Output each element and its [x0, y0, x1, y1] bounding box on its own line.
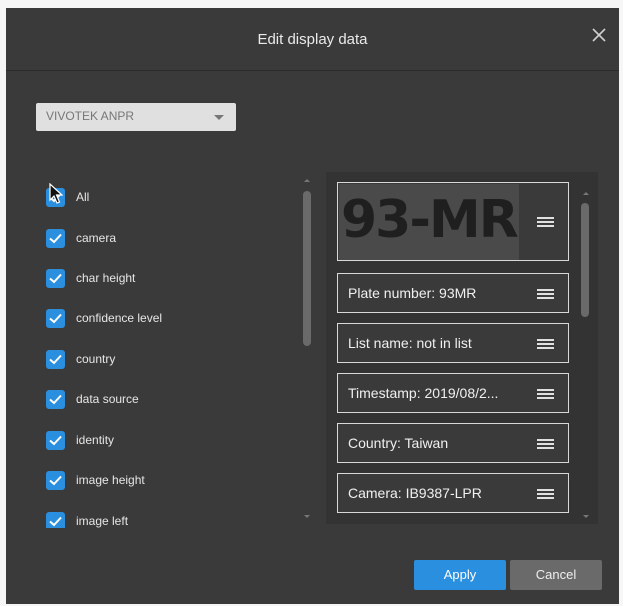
drag-handle-icon[interactable] [537, 217, 554, 227]
preview-scroll-down-icon[interactable] [583, 515, 589, 518]
checkbox-label: char height [76, 271, 136, 285]
checklist-scroll-down-icon[interactable] [304, 515, 310, 518]
checkbox-label: data source [76, 392, 139, 406]
card-list-name[interactable]: List name: not in list [337, 323, 569, 363]
card-plate-number[interactable]: Plate number: 93MR [337, 273, 569, 313]
card-camera[interactable]: Camera: IB9387-LPR [337, 473, 569, 513]
preview-panel: 93-MR Plate number: 93MR List name: not … [326, 172, 598, 524]
checkbox-label: confidence level [76, 311, 163, 325]
checkbox-confidence-level[interactable] [46, 309, 65, 328]
apply-button[interactable]: Apply [414, 560, 506, 590]
card-label: Plate number: 93MR [348, 285, 477, 301]
checkbox-label: country [76, 352, 116, 366]
checkbox-identity[interactable] [46, 431, 65, 450]
plate-image: 93-MR [339, 184, 519, 260]
checkbox-data-source[interactable] [46, 390, 65, 409]
card-label: Country: Taiwan [348, 435, 449, 451]
data-source-select[interactable]: VIVOTEK ANPR [36, 103, 236, 131]
drag-handle-icon[interactable] [537, 439, 554, 449]
mouse-pointer-icon [49, 183, 63, 204]
checkbox-label: image height [76, 473, 145, 487]
plate-image-card[interactable]: 93-MR [337, 182, 569, 261]
edit-display-data-dialog: Edit display data VIVOTEK ANPR All camer… [6, 8, 619, 604]
card-timestamp[interactable]: Timestamp: 2019/08/2... [337, 373, 569, 413]
field-checklist: All camera char height confidence level … [46, 176, 306, 528]
card-label: List name: not in list [348, 335, 472, 351]
drag-handle-icon[interactable] [537, 289, 554, 299]
checkbox-country[interactable] [46, 350, 65, 369]
checklist-scrollbar[interactable] [303, 191, 311, 346]
checklist-scroll-up-icon[interactable] [304, 179, 310, 182]
cancel-button[interactable]: Cancel [510, 560, 602, 590]
checkbox-image-left[interactable] [46, 512, 65, 528]
drag-handle-icon[interactable] [537, 489, 554, 499]
card-label: Camera: IB9387-LPR [348, 485, 482, 501]
card-country[interactable]: Country: Taiwan [337, 423, 569, 463]
checkbox-label: image left [76, 514, 129, 528]
checkbox-camera[interactable] [46, 229, 65, 248]
close-icon[interactable] [590, 26, 608, 44]
chevron-down-icon [214, 115, 224, 120]
preview-scrollbar[interactable] [581, 203, 589, 317]
checkbox-label: All [76, 190, 90, 204]
plate-image-text: 93-MR [341, 190, 519, 250]
drag-handle-icon[interactable] [537, 339, 554, 349]
checkbox-label: camera [76, 231, 117, 245]
checkbox-image-height[interactable] [46, 471, 65, 490]
dialog-header: Edit display data [6, 8, 619, 71]
drag-handle-icon[interactable] [537, 389, 554, 399]
preview-scroll-up-icon[interactable] [583, 192, 589, 195]
dialog-title: Edit display data [257, 31, 368, 48]
card-label: Timestamp: 2019/08/2... [348, 385, 499, 401]
data-source-select-value: VIVOTEK ANPR [46, 109, 135, 123]
checkbox-char-height[interactable] [46, 269, 65, 288]
checkbox-label: identity [76, 433, 115, 447]
